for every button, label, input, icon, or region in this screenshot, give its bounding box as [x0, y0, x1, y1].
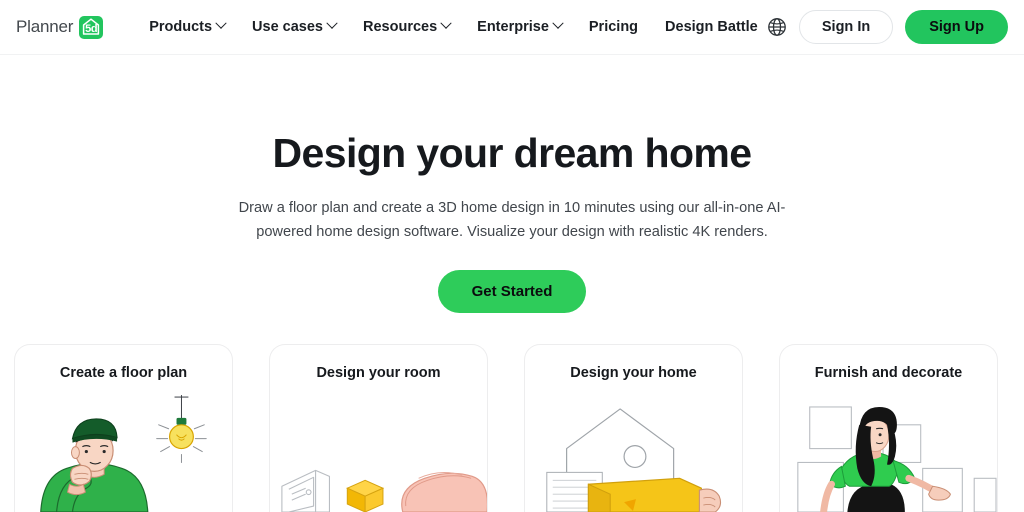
nav-label: Design Battle [665, 19, 758, 35]
logo-badge: 5d [79, 15, 104, 39]
main-nav: Products Use cases Resources Enterprise … [149, 17, 758, 35]
nav-label: Resources [363, 19, 438, 35]
hero-section: Design your dream home Draw a floor plan… [0, 55, 1024, 314]
chevron-down-icon [215, 17, 227, 29]
site-header: Planner 5d Products Use cases Resources … [0, 0, 1024, 55]
nav-label: Products [149, 19, 213, 35]
nav-item-resources[interactable]: Resources [363, 17, 452, 35]
feature-card-furnish-and-decorate[interactable]: Furnish and decorate [779, 344, 998, 512]
isometric-room-furniture-icon [270, 394, 487, 512]
feature-card-design-your-home[interactable]: Design your home [524, 344, 743, 512]
logo-badge-text: 5d [85, 22, 98, 35]
nav-item-pricing[interactable]: Pricing [589, 19, 638, 35]
card-title: Design your room [316, 365, 441, 381]
chevron-down-icon [326, 17, 338, 29]
nav-label: Enterprise [477, 19, 549, 35]
nav-item-use-cases[interactable]: Use cases [252, 17, 338, 35]
sign-up-button[interactable]: Sign Up [905, 9, 1008, 45]
nav-label: Pricing [588, 19, 639, 35]
logo-wordmark: Planner [16, 17, 74, 36]
logo[interactable]: Planner 5d [16, 15, 104, 39]
sign-in-button[interactable]: Sign In [798, 9, 894, 45]
chevron-down-icon [440, 17, 452, 29]
feature-card-create-floor-plan[interactable]: Create a floor plan [14, 344, 233, 512]
woman-picture-frames-icon [780, 394, 997, 512]
feature-card-design-your-room[interactable]: Design your room [269, 344, 488, 512]
person-thinking-lightbulb-icon [15, 394, 232, 512]
nav-item-products[interactable]: Products [149, 17, 227, 35]
header-actions: Sign In Sign Up [767, 9, 1008, 45]
globe-icon[interactable] [767, 17, 787, 37]
card-title: Create a floor plan [59, 365, 188, 381]
nav-item-design-battle[interactable]: Design Battle [665, 19, 758, 35]
hero-cta-row: Get Started [0, 244, 1024, 314]
house-blueprint-box-icon [525, 394, 742, 512]
nav-item-enterprise[interactable]: Enterprise [477, 17, 564, 35]
get-started-button[interactable]: Get Started [437, 270, 587, 314]
hero-subtitle: Draw a floor plan and create a 3D home d… [238, 200, 786, 240]
chevron-down-icon [552, 17, 564, 29]
card-title: Furnish and decorate [814, 365, 963, 381]
feature-card-row: Create a floor plan Design your room Des… [14, 344, 1010, 512]
card-title: Design your home [570, 365, 697, 381]
nav-label: Use cases [252, 19, 323, 35]
page-title: Design your dream home [272, 130, 753, 176]
